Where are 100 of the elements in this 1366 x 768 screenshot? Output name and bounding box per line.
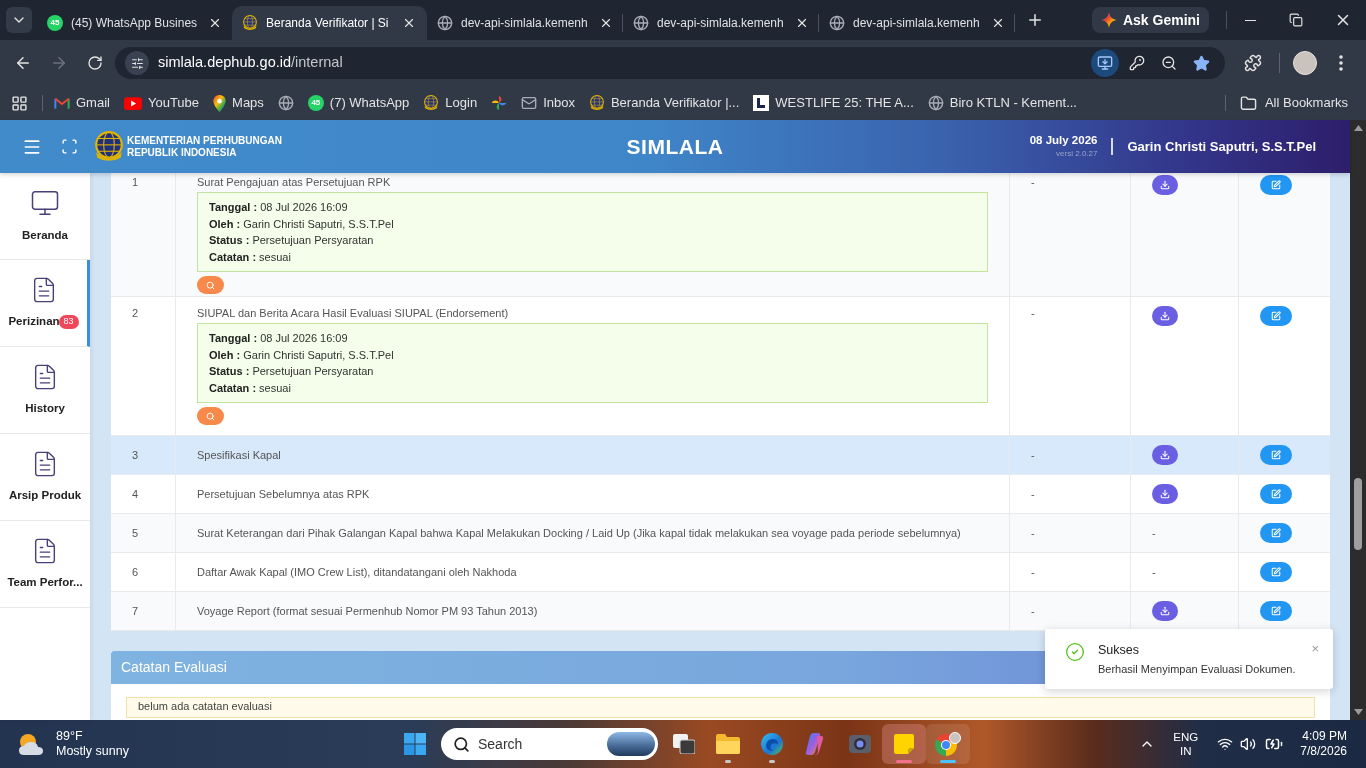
- download-button[interactable]: [1152, 484, 1178, 504]
- temperature-text: 89°F: [56, 729, 84, 744]
- bookmark[interactable]: Biro KTLN - Kement...: [920, 89, 1084, 117]
- document-name: Spesifikasi Kapal: [197, 448, 281, 462]
- row-number: 7: [132, 603, 139, 619]
- edit-icon: [1271, 528, 1281, 538]
- edit-icon: [1271, 311, 1281, 321]
- sparkle-icon: [1100, 12, 1117, 28]
- bookmark[interactable]: Beranda Verifikator |...: [581, 89, 747, 117]
- globe-icon: [829, 15, 845, 31]
- download-button[interactable]: [1152, 306, 1178, 326]
- forward-arrow-icon: [50, 54, 68, 72]
- edit-icon: [1271, 450, 1281, 460]
- evaluation-line: Status : Persetujuan Persyaratan: [209, 233, 375, 248]
- empty-cell-text: -: [1031, 486, 1035, 502]
- document-name: Surat Keterangan dari Pihak Galangan Kapal bahwa Kapal Melakukan Docking / Laid Up (Jika kapal tidak melakukan sea voyage pada periode sebelumnya): [197, 526, 961, 540]
- tab-list-button[interactable]: [6, 7, 32, 33]
- stacked-windows-icon: [673, 734, 695, 754]
- ask-gemini-button[interactable]: Ask Gemini: [1091, 7, 1209, 33]
- browser-tab[interactable]: Beranda Verifikator | Si: [232, 6, 427, 40]
- download-button[interactable]: [1152, 445, 1178, 465]
- document-name: SIUPAL dan Berita Acara Hasil Evaluasi SIUPAL (Endorsement): [197, 306, 510, 321]
- monitor-download-icon[interactable]: [1091, 49, 1119, 77]
- language-text: IN: [1180, 744, 1192, 758]
- search-bar[interactable]: Search: [441, 728, 658, 760]
- address-bar[interactable]: simlala.dephub.go.id/internal: [115, 47, 1225, 79]
- square-logo-icon: [753, 95, 770, 111]
- sidebar-label: Team Perfor...: [7, 574, 83, 590]
- running-indicator: [940, 760, 956, 763]
- download-icon: [1160, 489, 1170, 499]
- edit-button[interactable]: [1260, 445, 1292, 465]
- clock-date: 7/8/2026: [1300, 744, 1347, 759]
- browser-tab[interactable]: dev-api-simlala.kemenh: [819, 6, 1014, 40]
- user-name: Garin Christi Saputri, S.S.T.Pel: [1127, 137, 1316, 156]
- row-number: 5: [132, 525, 139, 541]
- note-text: belum ada catatan evaluasi: [138, 700, 273, 713]
- row-number: 4: [132, 486, 139, 502]
- globe-icon: [437, 15, 453, 31]
- globe-icon: [633, 15, 649, 31]
- fullscreen-button[interactable]: [59, 136, 79, 157]
- sliders-icon[interactable]: [125, 51, 149, 75]
- empty-cell-text: -: [1031, 306, 1036, 321]
- count-badge: 83: [58, 314, 79, 329]
- toast-message: Berhasil Menyimpan Evaluasi Dokumen.: [1098, 662, 1297, 676]
- browser-tab[interactable]: dev-api-simlala.kemenh: [427, 6, 622, 40]
- row-number: 6: [132, 564, 139, 580]
- sidebar-label: Arsip Produk: [8, 487, 82, 503]
- browser-tab[interactable]: 45 (45) WhatsApp Busines: [37, 6, 232, 40]
- search-input[interactable]: Search: [478, 733, 568, 755]
- empty-cell-text: -: [1152, 564, 1156, 580]
- download-icon: [1160, 450, 1170, 460]
- fullscreen-icon: [60, 138, 78, 155]
- edit-icon: [1271, 567, 1281, 577]
- card-title: Catatan Evaluasi: [121, 658, 227, 677]
- bookmark[interactable]: Inbox: [514, 89, 582, 117]
- sidebar-label: History: [25, 400, 65, 416]
- browser-tab[interactable]: dev-api-simlala.kemenh: [623, 6, 818, 40]
- empty-cell-text: -: [1152, 525, 1156, 541]
- search-icon: [206, 280, 215, 290]
- scroll-down-icon: [1353, 709, 1363, 715]
- language-indicator[interactable]: ENG IN: [1173, 730, 1199, 758]
- evaluation-line: Tanggal : 08 Jul 2026 16:09: [209, 200, 349, 215]
- download-button[interactable]: [1152, 175, 1178, 195]
- edit-button[interactable]: [1260, 306, 1292, 326]
- edit-button[interactable]: [1260, 562, 1292, 582]
- edit-icon: [1271, 180, 1281, 190]
- sidebar-label: Beranda: [22, 227, 68, 243]
- edit-icon: [1271, 606, 1281, 616]
- evaluation-line: Tanggal : 08 Jul 2026 16:09: [209, 331, 349, 346]
- download-button[interactable]: [1152, 601, 1178, 621]
- edit-button[interactable]: [1260, 601, 1292, 621]
- minimize-icon: [1244, 19, 1256, 21]
- plus-icon: [1026, 11, 1044, 29]
- search-icon: [453, 735, 470, 753]
- speaker-icon[interactable]: [1240, 736, 1257, 752]
- row-number: 1: [132, 175, 140, 190]
- puzzle-icon: [1244, 54, 1262, 72]
- row-number: 2: [132, 306, 140, 321]
- swirl-icon: [761, 733, 783, 755]
- play-icon: [123, 96, 142, 110]
- edit-button[interactable]: [1260, 523, 1292, 543]
- bookmark[interactable]: Login: [416, 89, 485, 117]
- bookmark[interactable]: WESTLIFE 25: THE A...: [746, 89, 921, 117]
- toast-title: Sukses: [1098, 642, 1140, 658]
- wifi-icon[interactable]: [1217, 736, 1234, 752]
- scrollbar[interactable]: [1350, 120, 1366, 720]
- bookmark[interactable]: Gmail: [47, 89, 117, 117]
- bookmark[interactable]: Maps: [206, 89, 271, 117]
- bookmark[interactable]: YouTube: [116, 89, 207, 117]
- avatar-icon[interactable]: [1293, 51, 1317, 75]
- edit-button[interactable]: [1260, 484, 1292, 504]
- all-bookmarks-button[interactable]: All Bookmarks: [1233, 89, 1354, 117]
- map-pin-icon: [213, 94, 227, 112]
- url-text: simlala.dephub.go.id/internal: [158, 53, 343, 73]
- folder-icon: [1239, 94, 1257, 112]
- version-text: versi 2.0.27: [1056, 149, 1098, 158]
- scrollbar-thumb[interactable]: [1354, 478, 1362, 550]
- bookmark[interactable]: 45 (7) WhatsApp: [300, 89, 417, 117]
- edit-button[interactable]: [1260, 175, 1292, 195]
- envelope-icon: [521, 95, 538, 111]
